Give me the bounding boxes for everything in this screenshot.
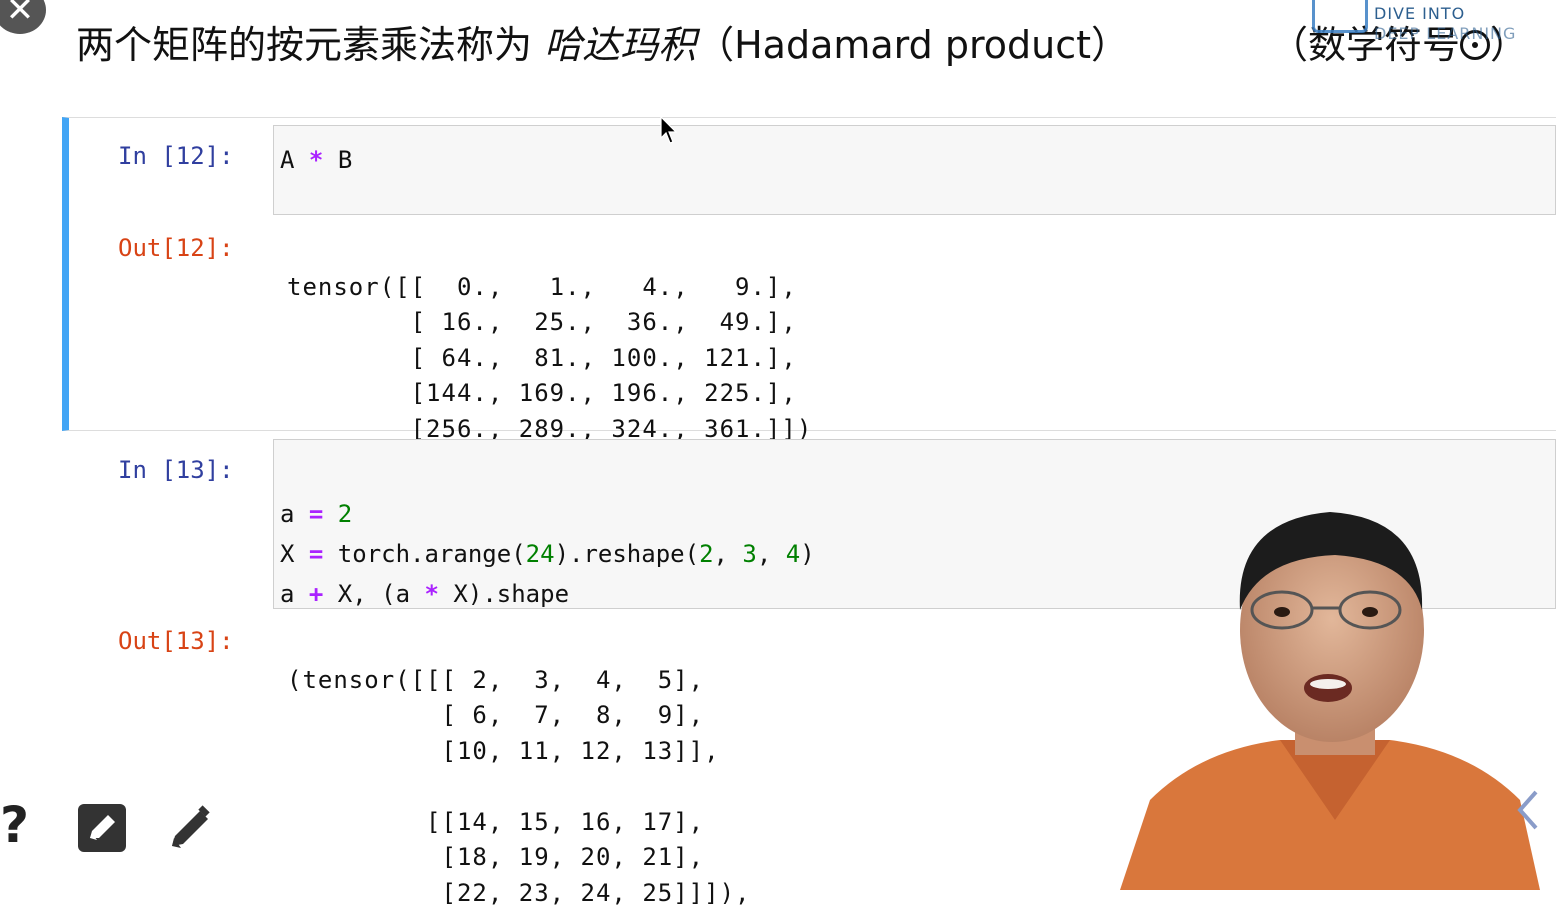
in-prompt-12: In [12]: bbox=[118, 142, 234, 170]
brand-logo: DIVE INTO DEEP LEARNING bbox=[1312, 0, 1556, 44]
pencil-white-icon bbox=[78, 804, 126, 852]
output-line: [ 64., 81., 100., 121.], bbox=[287, 341, 812, 377]
output-line: [144., 169., 196., 225.], bbox=[287, 376, 812, 412]
output-12: tensor([[ 0., 1., 4., 9.], [ 16., 25., 3… bbox=[287, 234, 812, 447]
code-line-12: A * B bbox=[280, 140, 352, 180]
output-line: [18, 19, 20, 21], bbox=[287, 840, 750, 876]
heading-prefix: 两个矩阵的按元素乘法称为 bbox=[76, 23, 544, 67]
heading-italic-term: 哈达玛积 bbox=[544, 23, 696, 67]
code-line: X = torch.arange(24).reshape(2, 3, 4) bbox=[280, 534, 815, 574]
slide-heading: 两个矩阵的按元素乘法称为 哈达玛积（Hadamard product） bbox=[76, 14, 1129, 74]
output-line: [ 6, 7, 8, 9], bbox=[287, 698, 750, 734]
pencil-icon[interactable] bbox=[166, 802, 216, 854]
d2l-logo-icon bbox=[1312, 0, 1368, 33]
code-block-13: a = 2X = torch.arange(24).reshape(2, 3, … bbox=[280, 454, 815, 614]
help-icon[interactable]: ? bbox=[0, 796, 29, 854]
brand-line-2: DEEP LEARNING bbox=[1374, 24, 1516, 43]
in-prompt-13: In [13]: bbox=[118, 456, 234, 484]
close-icon[interactable]: ✕ bbox=[0, 0, 46, 34]
mouse-cursor-icon bbox=[660, 116, 680, 146]
output-line: [22, 23, 24, 25]]]), bbox=[287, 876, 750, 911]
output-line: tensor([[ 0., 1., 4., 9.], bbox=[287, 270, 812, 306]
output-line: [10, 11, 12, 13]], bbox=[287, 734, 750, 770]
output-line: (tensor([[[ 2, 3, 4, 5], bbox=[287, 663, 750, 699]
out-prompt-12: Out[12]: bbox=[118, 234, 234, 262]
code-line: a = 2 bbox=[280, 494, 815, 534]
output-line bbox=[287, 769, 750, 805]
presenter-video-overlay bbox=[1110, 500, 1556, 890]
output-line: [ 16., 25., 36., 49.], bbox=[287, 305, 812, 341]
output-13: (tensor([[[ 2, 3, 4, 5], [ 6, 7, 8, 9], … bbox=[287, 627, 750, 911]
out-prompt-13: Out[13]: bbox=[118, 627, 234, 655]
code-line: a + X, (a * X).shape bbox=[280, 574, 815, 614]
heading-suffix: （Hadamard product） bbox=[696, 23, 1129, 67]
output-line: [[14, 15, 16, 17], bbox=[287, 805, 750, 841]
code-input-12[interactable] bbox=[273, 125, 1556, 215]
chevron-left-icon[interactable] bbox=[1516, 790, 1540, 830]
edit-box-icon[interactable] bbox=[78, 804, 126, 852]
brand-line-1: DIVE INTO bbox=[1374, 4, 1465, 23]
